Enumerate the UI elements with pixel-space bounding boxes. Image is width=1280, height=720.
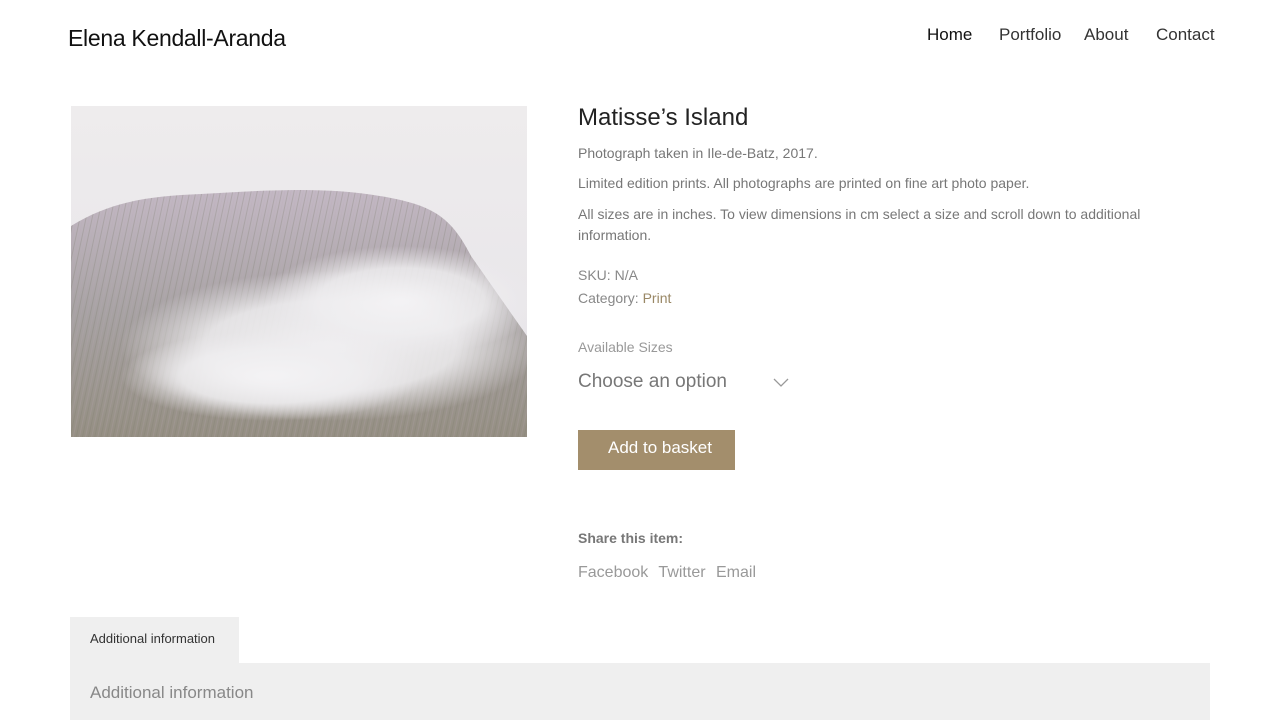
share-twitter-link[interactable]: Twitter (658, 564, 705, 581)
available-sizes-label: Available Sizes (578, 339, 673, 355)
nav-about[interactable]: About (1081, 22, 1131, 48)
size-select[interactable]: Choose an option (578, 369, 798, 397)
sku-label: SKU: (578, 267, 611, 283)
share-facebook-link[interactable]: Facebook (578, 564, 648, 581)
product-sku: SKU: N/A (578, 267, 638, 283)
product-category: Category: Print (578, 290, 671, 306)
share-email-link[interactable]: Email (716, 564, 756, 581)
product-description-sizes: All sizes are in inches. To view dimensi… (578, 206, 1141, 243)
add-to-basket-label: Add to basket (608, 438, 712, 457)
size-select-value[interactable]: Choose an option (578, 369, 727, 395)
category-link[interactable]: Print (643, 290, 672, 306)
product-title: Matisse’s Island (578, 104, 749, 131)
nav-contact[interactable]: Contact (1153, 22, 1218, 48)
add-to-basket-button[interactable]: Add to basket (578, 430, 735, 470)
sku-value: N/A (614, 267, 638, 283)
nav-portfolio[interactable]: Portfolio (996, 22, 1064, 48)
tab-panel-heading: Additional information (90, 683, 254, 702)
misty-grass-photo-icon (71, 106, 527, 437)
product-image[interactable] (71, 106, 527, 437)
site-title[interactable]: Elena Kendall-Aranda (68, 25, 286, 52)
tab-additional-information[interactable]: Additional information (70, 617, 239, 663)
nav-home[interactable]: Home (924, 22, 975, 48)
product-description-edition: Limited edition prints. All photographs … (578, 175, 1030, 191)
tab-label: Additional information (90, 631, 216, 646)
product-description-location: Photograph taken in Ile-de-Batz, 2017. (578, 145, 818, 161)
share-links: Facebook Twitter Email (578, 564, 762, 582)
tab-panel: Additional information (70, 663, 1210, 720)
category-label: Category: (578, 290, 639, 306)
chevron-down-icon[interactable] (768, 369, 794, 395)
share-label: Share this item: (578, 530, 684, 546)
product-tabs: Additional information Additional inform… (70, 617, 1210, 720)
